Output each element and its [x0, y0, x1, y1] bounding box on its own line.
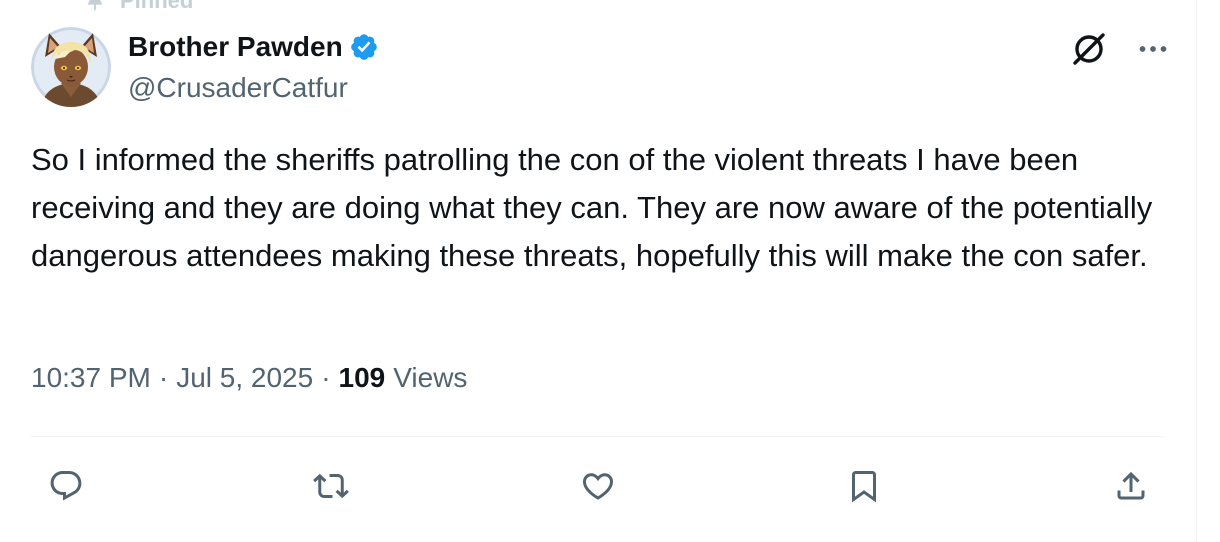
grok-button[interactable]: [1068, 28, 1110, 70]
views-count: 109: [338, 362, 386, 393]
pinned-indicator: Pinned: [84, 0, 193, 14]
tweet-author: Brother Pawden @CrusaderCatfur: [128, 28, 379, 104]
bookmark-button[interactable]: [838, 460, 890, 512]
retweet-button[interactable]: [305, 460, 357, 512]
display-name-row: Brother Pawden: [128, 28, 379, 66]
grok-icon: [1073, 33, 1105, 65]
pinned-label: Pinned: [120, 0, 194, 13]
tweet-date[interactable]: Jul 5, 2025: [176, 362, 313, 394]
verified-badge-icon[interactable]: [349, 32, 379, 62]
share-button[interactable]: [1105, 460, 1157, 512]
views-label: Views: [393, 362, 468, 393]
display-name[interactable]: Brother Pawden: [128, 31, 343, 63]
more-options-button[interactable]: [1132, 28, 1174, 70]
meta-separator: ·: [158, 362, 169, 393]
more-horizontal-icon: [1139, 46, 1167, 52]
retweet-icon: [313, 473, 349, 499]
divider: [31, 436, 1164, 437]
tweet-time[interactable]: 10:37 PM: [31, 362, 151, 394]
like-button[interactable]: [572, 460, 624, 512]
share-icon: [1117, 471, 1145, 500]
avatar-image: [31, 27, 111, 107]
pin-icon: [87, 0, 103, 12]
bookmark-icon: [852, 471, 876, 503]
tweet-metadata: 10:37 PM · Jul 5, 2025 · 109 Views: [31, 362, 467, 394]
heart-icon: [582, 473, 614, 500]
tweet-action-bar: [0, 460, 1196, 512]
tweet-top-actions: [1068, 28, 1174, 70]
meta-separator: ·: [321, 362, 331, 393]
tweet-text: So I informed the sheriffs patrolling th…: [31, 142, 1153, 273]
avatar[interactable]: [31, 27, 111, 107]
reply-icon: [50, 471, 82, 501]
user-handle[interactable]: @CrusaderCatfur: [128, 72, 379, 104]
reply-button[interactable]: [40, 460, 92, 512]
timeline-column-border: [1196, 0, 1197, 542]
